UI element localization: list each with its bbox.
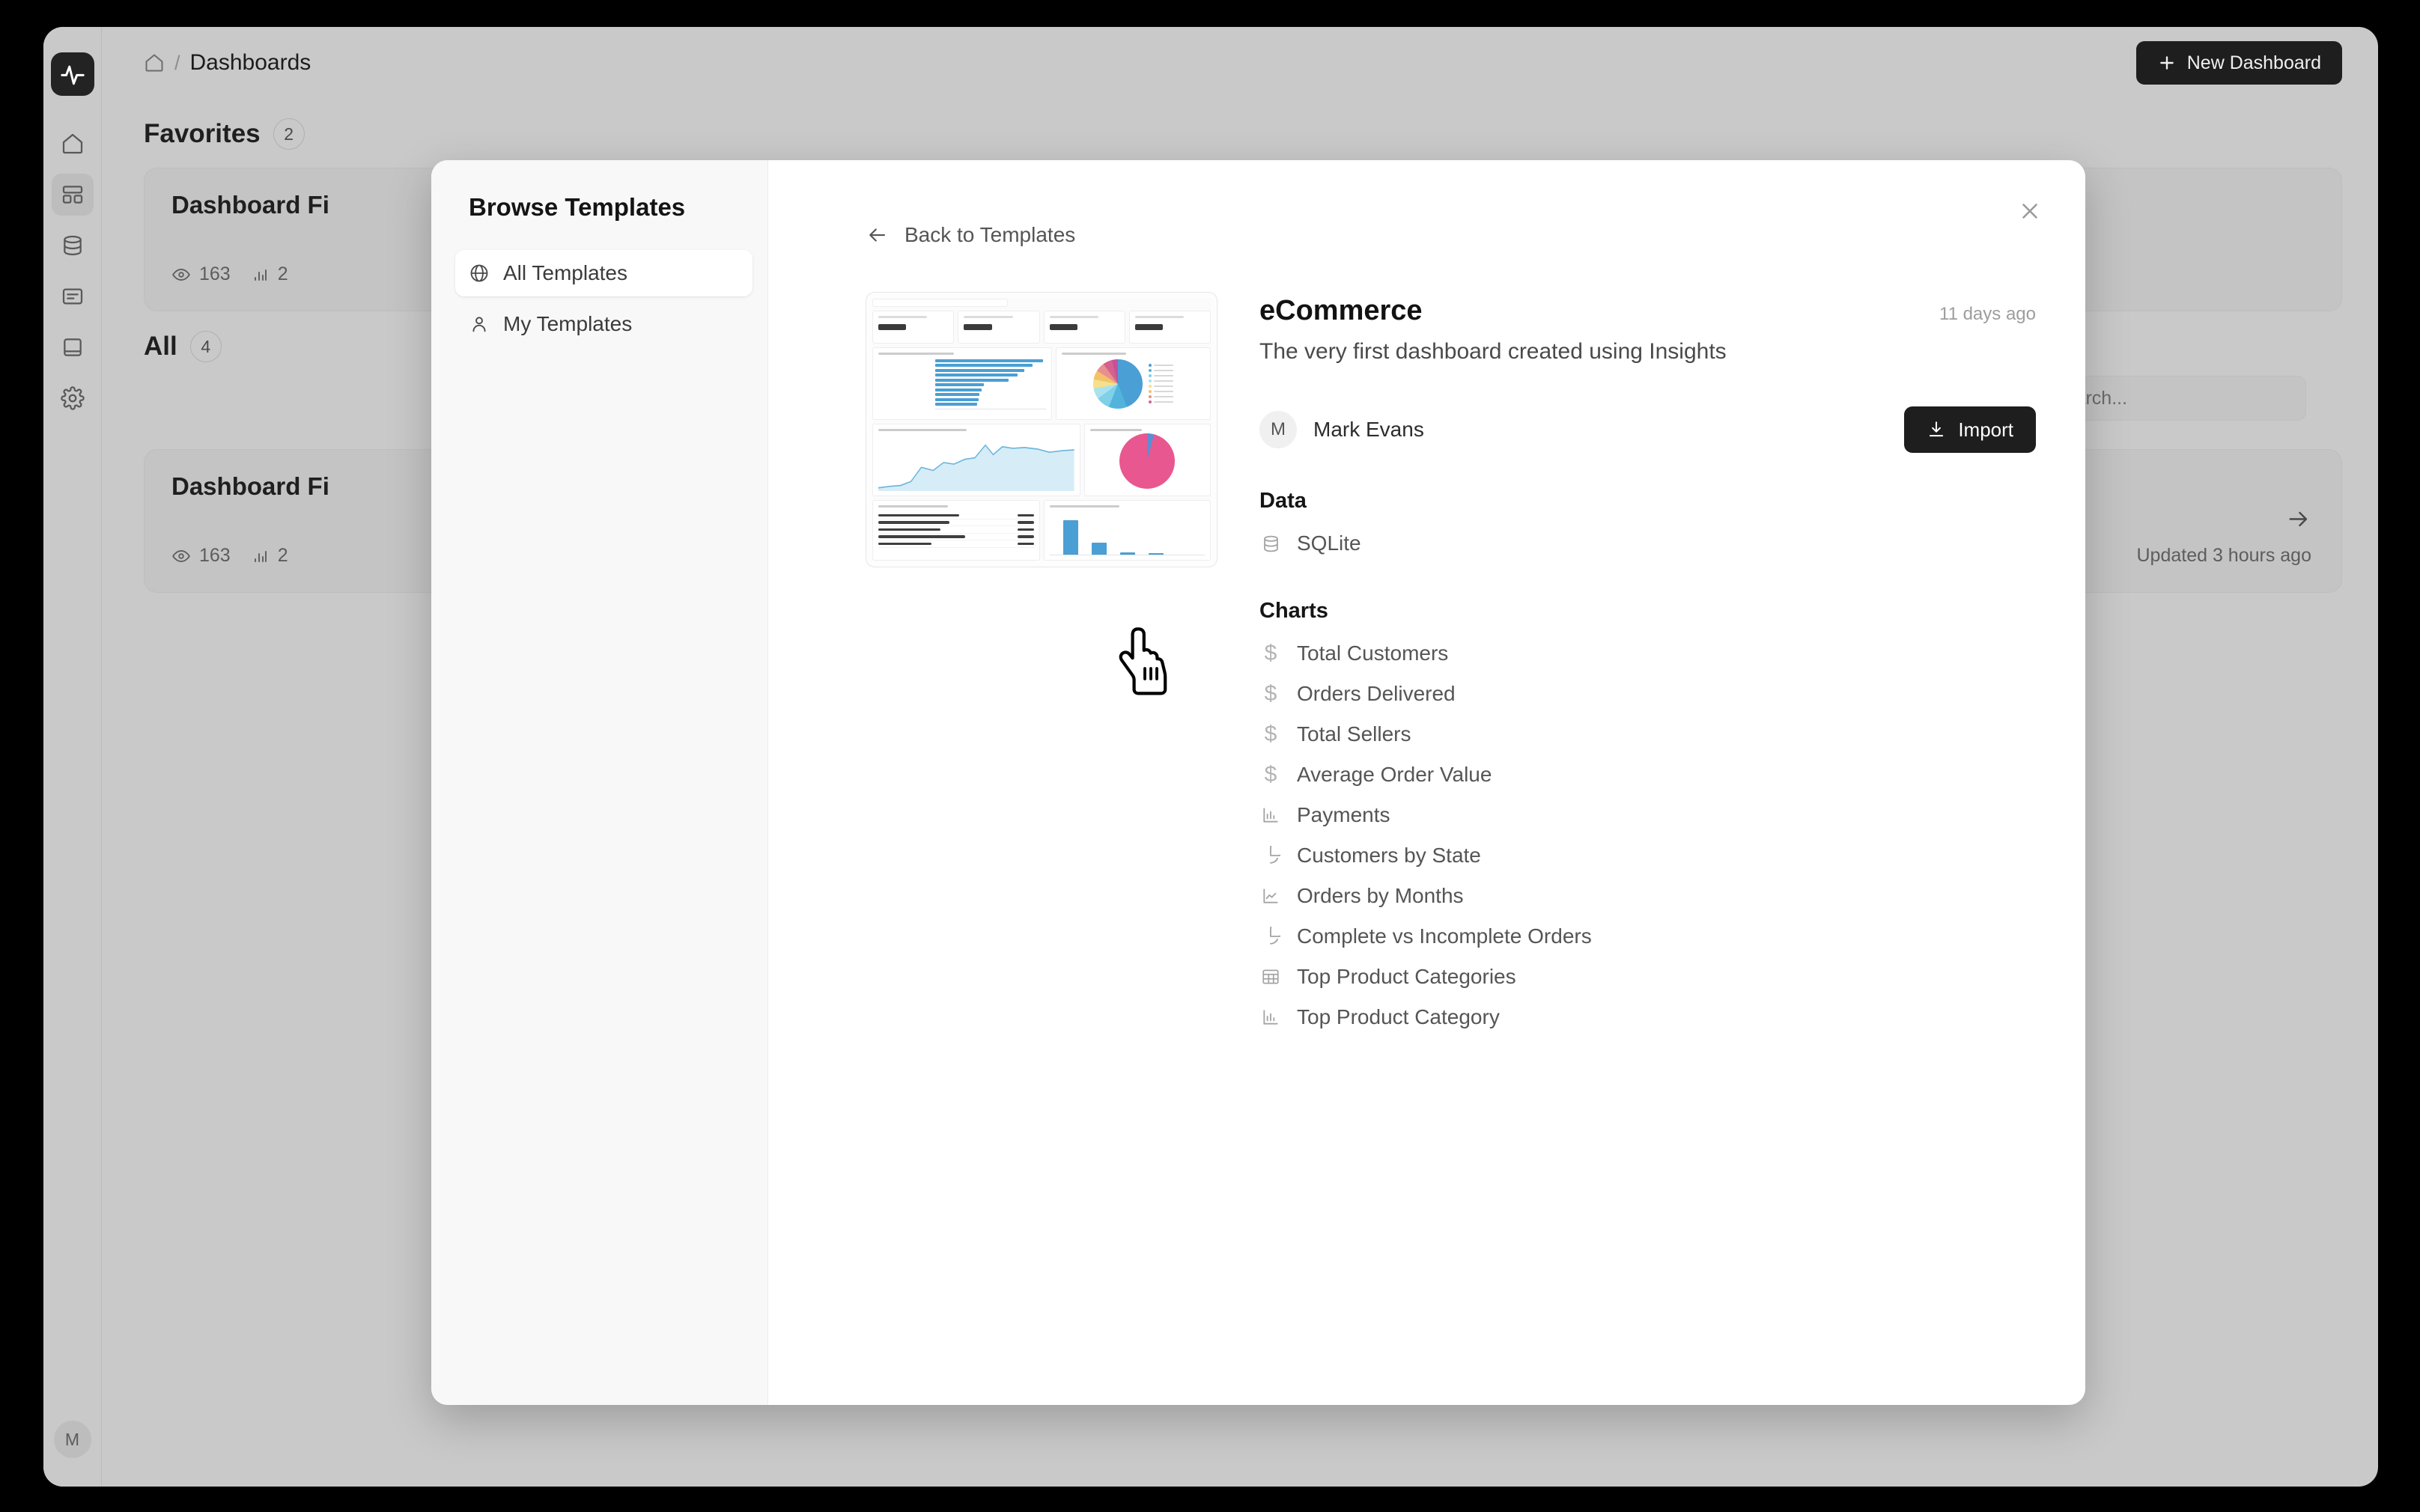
template-preview-thumbnail[interactable]	[866, 292, 1217, 567]
charts-list: $ Total Customers $ Orders Delivered $ T…	[1259, 634, 2036, 1037]
preview-header-bar	[872, 299, 1008, 308]
list-item: $ Total Sellers	[1259, 715, 2036, 754]
template-info: eCommerce 11 days ago The very first das…	[1259, 292, 2036, 1037]
list-item-label: Payments	[1297, 803, 1390, 826]
list-item: Payments	[1259, 796, 2036, 835]
globe-icon	[470, 264, 488, 282]
dollar-icon: $	[1264, 641, 1277, 665]
preview-pie-2	[1119, 433, 1176, 489]
list-item: Top Product Categories	[1259, 957, 2036, 996]
preview-kpi-card	[1043, 311, 1125, 344]
preview-pie-chart	[1056, 347, 1211, 420]
list-item: Customers by State	[1259, 836, 2036, 875]
download-icon	[1930, 421, 1944, 437]
template-name: eCommerce	[1259, 295, 1423, 326]
dollar-icon: $	[1264, 762, 1277, 787]
list-item-label: Top Product Categories	[1297, 965, 1516, 988]
preview-area-svg	[878, 444, 1074, 491]
browse-templates-modal: Browse Templates All Templates My Templa…	[431, 160, 2085, 1405]
data-source-list: SQLite	[1259, 524, 2036, 563]
modal-sidebar-item-label: All Templates	[503, 261, 628, 284]
modal-sidebar-item-all-templates[interactable]: All Templates	[455, 250, 753, 296]
template-detail: eCommerce 11 days ago The very first das…	[866, 292, 2036, 1037]
template-age: 11 days ago	[1939, 304, 2036, 324]
preview-kpi-card	[872, 311, 955, 344]
preview-area-chart	[872, 424, 1080, 496]
arrow-left-icon	[869, 228, 886, 242]
list-item-label: Average Order Value	[1297, 763, 1492, 786]
list-item: $ Orders Delivered	[1259, 674, 2036, 713]
preview-mini-dashboard	[872, 299, 1211, 561]
back-to-templates-link[interactable]: Back to Templates	[866, 223, 2036, 247]
list-item: Orders by Months	[1259, 877, 2036, 915]
preview-kpi-card	[958, 311, 1040, 344]
person-icon	[472, 317, 486, 332]
list-item-label: Customers by State	[1297, 844, 1481, 867]
preview-pie	[1093, 359, 1143, 409]
bar-chart-icon	[1259, 804, 1282, 826]
modal-sidebar-title: Browse Templates	[469, 193, 686, 221]
modal-sidebar-item-my-templates[interactable]: My Templates	[455, 301, 753, 347]
author-initial: M	[1271, 419, 1286, 439]
preview-kpi-row	[872, 311, 1211, 344]
table-icon	[1259, 966, 1282, 988]
pie-chart-icon	[1259, 844, 1282, 867]
data-heading: Data	[1259, 489, 1307, 513]
author-name: Mark Evans	[1313, 418, 1424, 441]
modal-content: Back to Templates eCommerce 11 days ago …	[768, 160, 2085, 1405]
close-icon	[2022, 204, 2037, 219]
pie-chart-icon	[1259, 925, 1282, 948]
author-avatar: M	[1259, 411, 1297, 448]
modal-overlay: Browse Templates All Templates My Templa…	[43, 27, 2378, 1487]
list-item: Complete vs Incomplete Orders	[1259, 917, 2036, 956]
back-link-label: Back to Templates	[905, 223, 1076, 246]
dollar-icon: $	[1264, 722, 1277, 746]
template-description: The very first dashboard created using I…	[1259, 339, 1727, 364]
preview-bar-chart	[872, 347, 1053, 420]
list-item-label: Top Product Category	[1297, 1005, 1500, 1028]
list-item-label: Orders by Months	[1297, 884, 1464, 907]
list-item-label: Complete vs Incomplete Orders	[1297, 924, 1592, 948]
list-item: Top Product Category	[1259, 998, 2036, 1037]
dollar-icon: $	[1264, 681, 1277, 706]
list-item-label: SQLite	[1297, 531, 1361, 555]
close-button[interactable]	[2009, 190, 2051, 232]
modal-sidebar-item-label: My Templates	[503, 312, 633, 335]
preview-kpi-card	[1128, 311, 1211, 344]
modal-sidebar: Browse Templates All Templates My Templa…	[431, 160, 768, 1405]
list-item: $ Total Customers	[1259, 634, 2036, 673]
preview-vertical-bar-chart	[1043, 500, 1211, 561]
import-label: Import	[1958, 418, 2013, 441]
preview-table	[872, 500, 1040, 561]
list-item: $ Average Order Value	[1259, 755, 2036, 794]
list-item-label: Orders Delivered	[1297, 682, 1456, 705]
import-button[interactable]: Import	[1904, 406, 2036, 453]
line-chart-icon	[1259, 885, 1282, 907]
database-icon	[1259, 532, 1282, 555]
app-window: M / Dashboards New Dashboard Favorites 2…	[43, 27, 2378, 1487]
list-item-label: Total Sellers	[1297, 722, 1411, 746]
preview-donut-chart	[1083, 424, 1211, 496]
template-author-row: M Mark Evans Import	[1259, 406, 2036, 453]
bar-chart-icon	[1259, 1006, 1282, 1028]
list-item: SQLite	[1259, 524, 2036, 563]
charts-heading: Charts	[1259, 599, 1328, 623]
list-item-label: Total Customers	[1297, 641, 1449, 665]
